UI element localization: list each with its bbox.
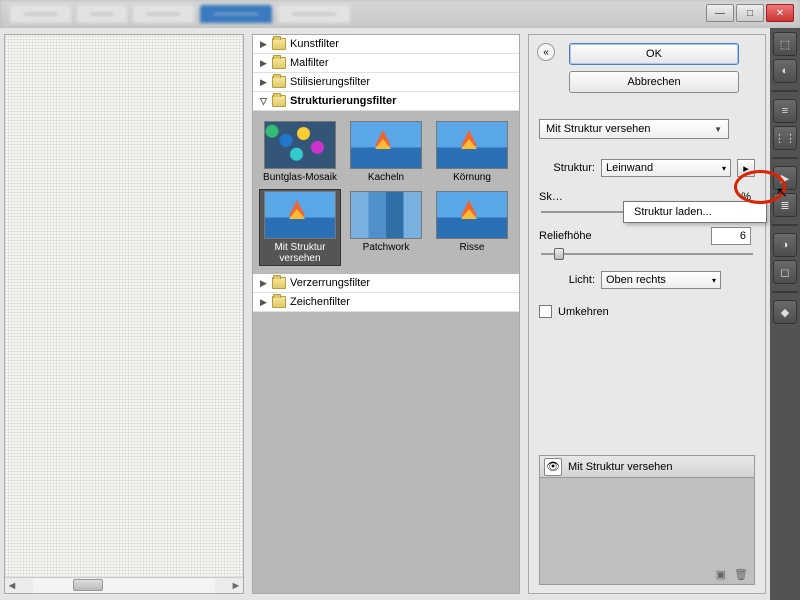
- category-stilisierungsfilter[interactable]: ▶ Stilisierungsfilter: [253, 73, 519, 92]
- filter-select[interactable]: Mit Struktur versehen ▼: [539, 119, 729, 139]
- category-verzerrungsfilter[interactable]: ▶ Verzerrungsfilter: [253, 274, 519, 293]
- tab[interactable]: ———: [133, 5, 194, 23]
- folder-icon: [272, 95, 286, 107]
- triangle-down-icon: ▽: [259, 96, 268, 107]
- tab-active[interactable]: ————: [200, 5, 272, 23]
- collapse-button[interactable]: «: [537, 43, 555, 61]
- cursor-icon: ↖: [776, 184, 788, 201]
- tab[interactable]: ————: [278, 5, 350, 23]
- relief-value-input[interactable]: 6: [711, 227, 751, 245]
- tool-button[interactable]: ≡: [773, 99, 797, 123]
- effect-layers-panel: 👁 Mit Struktur versehen ▣ 🗑: [539, 455, 755, 585]
- category-label: Stilisierungsfilter: [290, 76, 370, 88]
- filter-thumb-risse[interactable]: Risse: [431, 189, 513, 266]
- folder-icon: [272, 57, 286, 69]
- chevron-down-icon: ▼: [714, 125, 722, 134]
- triangle-right-icon: ▶: [259, 39, 268, 50]
- filter-thumb-kacheln[interactable]: Kacheln: [345, 119, 427, 185]
- folder-icon: [272, 76, 286, 88]
- filter-thumb-mit-struktur[interactable]: Mit Struktur versehen: [259, 189, 341, 266]
- thumbnail-grid: Buntglas-Mosaik Kacheln Körnung Mit Stru…: [253, 111, 519, 274]
- filter-thumb-patchwork[interactable]: Patchwork: [345, 189, 427, 266]
- triangle-right-icon: ▶: [259, 297, 268, 308]
- tool-button[interactable]: ◑: [773, 233, 797, 257]
- category-strukturierungsfilter[interactable]: ▽ Strukturierungsfilter: [253, 92, 519, 111]
- category-label: Strukturierungsfilter: [290, 95, 396, 107]
- new-layer-icon[interactable]: ▣: [716, 568, 726, 581]
- filter-select-label: Mit Struktur versehen: [546, 123, 651, 135]
- tool-button[interactable]: ◆: [773, 300, 797, 324]
- trash-icon[interactable]: 🗑: [734, 568, 748, 581]
- licht-label: Licht:: [539, 274, 595, 286]
- ok-button[interactable]: OK: [569, 43, 739, 65]
- preview-canvas[interactable]: [5, 35, 243, 577]
- licht-select[interactable]: Oben rechts ▾: [601, 271, 721, 289]
- menu-item-struktur-laden[interactable]: Struktur laden...: [624, 202, 766, 222]
- category-label: Verzerrungsfilter: [290, 277, 370, 289]
- scroll-left-icon[interactable]: ◄: [5, 579, 19, 593]
- chevron-down-icon: ▾: [712, 276, 716, 285]
- struktur-label: Struktur:: [539, 162, 595, 174]
- category-zeichenfilter[interactable]: ▶ Zeichenfilter: [253, 293, 519, 312]
- struktur-select[interactable]: Leinwand ▾: [601, 159, 731, 177]
- category-malfilter[interactable]: ▶ Malfilter: [253, 54, 519, 73]
- cancel-button[interactable]: Abbrechen: [569, 71, 739, 93]
- folder-icon: [272, 296, 286, 308]
- category-label: Kunstfilter: [290, 38, 339, 50]
- category-label: Malfilter: [290, 57, 329, 69]
- chevron-down-icon: ▾: [722, 164, 726, 173]
- triangle-right-icon: ▶: [259, 77, 268, 88]
- category-kunstfilter[interactable]: ▶ Kunstfilter: [253, 35, 519, 54]
- relief-slider[interactable]: [541, 253, 753, 255]
- layer-title: Mit Struktur versehen: [568, 461, 673, 473]
- umkehren-checkbox[interactable]: [539, 305, 552, 318]
- tool-button[interactable]: ⋮⋮: [773, 126, 797, 150]
- window-minimize-button[interactable]: —: [706, 4, 734, 22]
- triangle-right-icon: ▶: [259, 278, 268, 289]
- struktur-flyout-button[interactable]: ▸: [737, 159, 755, 177]
- tab[interactable]: ——: [77, 5, 127, 23]
- slider-thumb[interactable]: [554, 248, 564, 260]
- filter-thumb-buntglas[interactable]: Buntglas-Mosaik: [259, 119, 341, 185]
- horizontal-scrollbar[interactable]: ◄ ►: [5, 577, 243, 593]
- tab[interactable]: ———: [10, 5, 71, 23]
- filter-thumb-koernung[interactable]: Körnung: [431, 119, 513, 185]
- struktur-popup-menu: Struktur laden...: [623, 201, 767, 223]
- top-tab-bar: ——— —— ——— ———— ————: [0, 0, 800, 28]
- umkehren-label: Umkehren: [558, 306, 609, 318]
- window-maximize-button[interactable]: □: [736, 4, 764, 22]
- controls-panel: « OK Abbrechen Mit Struktur versehen ▼ S…: [528, 34, 766, 594]
- relief-label: Reliefhöhe: [539, 230, 592, 242]
- tool-button[interactable]: ⬚: [773, 32, 797, 56]
- tool-button[interactable]: ◐: [773, 59, 797, 83]
- folder-icon: [272, 38, 286, 50]
- scroll-thumb[interactable]: [73, 579, 103, 591]
- scroll-right-icon[interactable]: ►: [229, 579, 243, 593]
- folder-icon: [272, 277, 286, 289]
- triangle-right-icon: ▶: [259, 58, 268, 69]
- right-toolbar: ⬚ ◐ ≡ ⋮⋮ ▶ ≣ ◑ ◻ ◆: [770, 28, 800, 600]
- category-label: Zeichenfilter: [290, 296, 350, 308]
- relief-row: Reliefhöhe 6: [539, 227, 755, 259]
- eye-icon: 👁: [546, 460, 560, 473]
- tool-button[interactable]: ◻: [773, 260, 797, 284]
- visibility-toggle[interactable]: 👁: [544, 458, 562, 476]
- filter-gallery-panel: ▶ Kunstfilter ▶ Malfilter ▶ Stilisierung…: [252, 34, 520, 594]
- window-close-button[interactable]: ✕: [766, 4, 794, 22]
- preview-panel: ◄ ►: [4, 34, 244, 594]
